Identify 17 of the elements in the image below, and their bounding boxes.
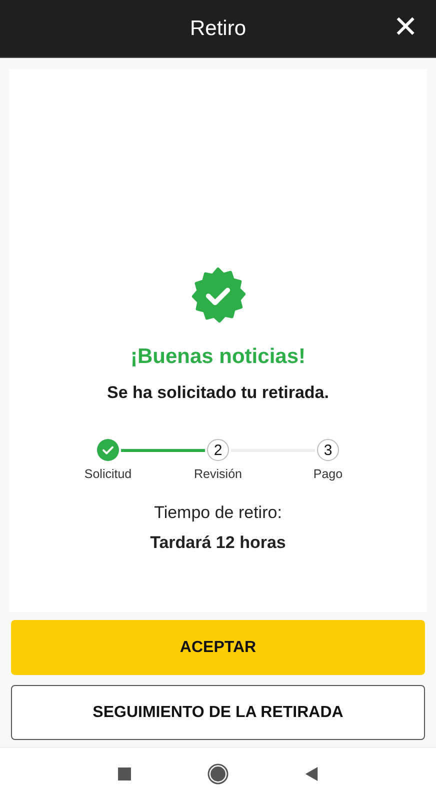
success-heading: ¡Buenas noticias! (130, 345, 306, 369)
accept-button[interactable]: ACEPTAR (11, 620, 425, 675)
step-number: 2 (207, 439, 229, 461)
tracking-button[interactable]: SEGUIMIENTO DE LA RETIRADA (11, 685, 425, 740)
status-message: Se ha solicitado tu retirada. (106, 383, 329, 403)
verified-badge-icon (189, 267, 247, 325)
close-button[interactable]: ✕ (389, 10, 422, 46)
step-label: Pago (313, 467, 343, 481)
home-icon[interactable] (207, 763, 229, 785)
time-value: Tardará 12 horas (150, 533, 286, 553)
step-label: Revisión (194, 467, 242, 481)
step-label: Solicitud (84, 467, 132, 481)
window-title: Retiro (190, 16, 246, 40)
step-number: 3 (317, 439, 339, 461)
time-label: Tiempo de retiro: (154, 503, 282, 523)
recents-icon[interactable] (118, 767, 131, 781)
back-icon[interactable] (305, 767, 318, 781)
